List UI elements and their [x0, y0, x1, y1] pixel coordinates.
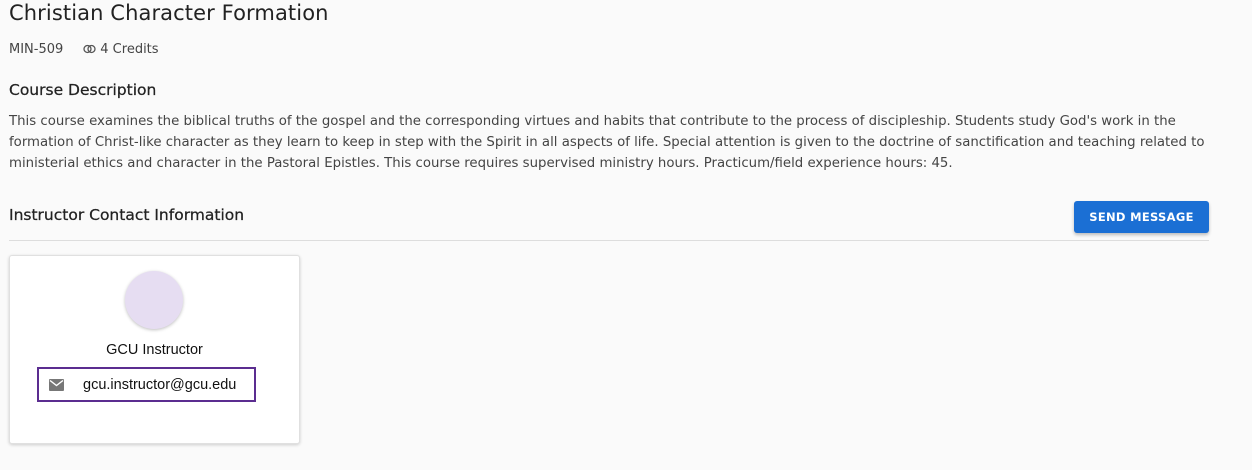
instructor-name: GCU Instructor [106, 342, 203, 358]
course-title: Christian Character Formation [9, 1, 329, 25]
course-meta: MIN-509 4 Credits [9, 40, 159, 58]
course-details-page: Christian Character Formation MIN-509 4 … [0, 0, 1252, 470]
instructor-email-link[interactable]: gcu.instructor@gcu.edu [37, 367, 256, 402]
course-description-text: This course examines the biblical truths… [9, 114, 1205, 171]
instructor-card: GCU Instructor gcu.instructor@gcu.edu [9, 255, 300, 444]
course-credits: 4 Credits [100, 41, 159, 57]
instructor-email[interactable]: gcu.instructor@gcu.edu [83, 377, 236, 393]
instructor-contact-heading: Instructor Contact Information [9, 206, 245, 224]
send-message-button[interactable]: SEND MESSAGE [1074, 201, 1209, 233]
credits-icon [83, 44, 96, 54]
course-description-heading: Course Description [9, 81, 157, 99]
mail-icon [49, 378, 64, 391]
avatar [125, 271, 183, 329]
course-code: MIN-509 [9, 41, 64, 57]
section-divider [9, 240, 1209, 241]
